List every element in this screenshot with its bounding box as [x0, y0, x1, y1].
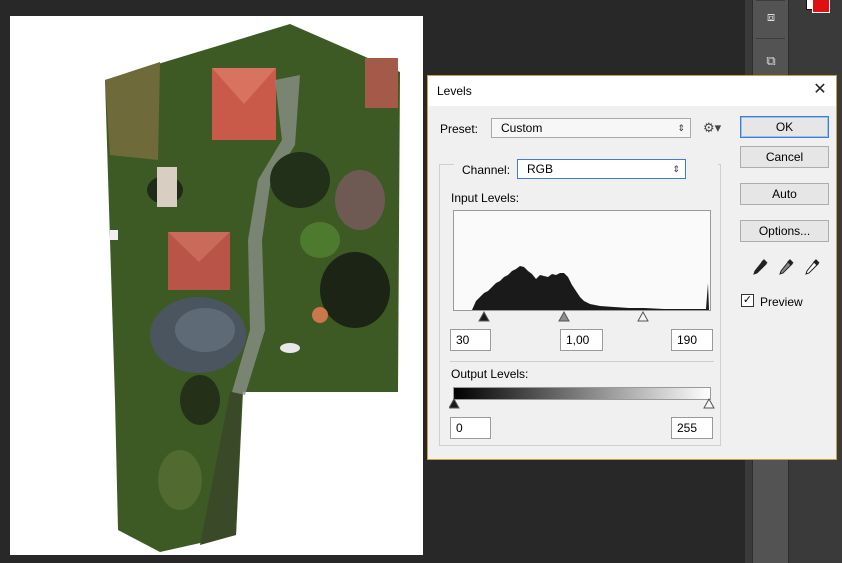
path-tool-icon[interactable]: ⧉ [761, 52, 781, 70]
output-levels-label: Output Levels: [451, 367, 529, 381]
toolbar-divider [756, 0, 785, 1]
levels-dialog: Levels ✕ Preset: Custom ⇕ ⚙▾ Channel: RG… [427, 75, 837, 460]
gear-icon[interactable]: ⚙▾ [703, 120, 721, 136]
histogram-shape [472, 266, 709, 310]
preset-label: Preset: [440, 122, 479, 136]
close-icon[interactable]: ✕ [810, 80, 830, 100]
channel-value: RGB [527, 162, 554, 176]
input-gamma-field[interactable]: 1,00 [560, 329, 603, 351]
output-sliders[interactable] [449, 398, 715, 410]
white-eyedropper-icon[interactable] [805, 259, 820, 275]
preset-dropdown[interactable]: Custom ⇕ [491, 118, 691, 138]
output-white-field[interactable]: 255 [671, 417, 713, 439]
input-sliders[interactable] [453, 311, 715, 323]
foreground-color-swatch[interactable] [812, 0, 830, 13]
output-black-field[interactable]: 0 [450, 417, 491, 439]
3d-cube-icon[interactable]: ⧈ [761, 8, 781, 26]
channel-label: Channel: [462, 163, 511, 177]
output-black-slider[interactable] [449, 398, 460, 409]
histogram [453, 210, 711, 311]
cancel-button[interactable]: Cancel [740, 146, 829, 168]
auto-button[interactable]: Auto [740, 183, 829, 205]
input-levels-label: Input Levels: [451, 191, 520, 205]
input-black-field[interactable]: 30 [450, 329, 491, 351]
preview-checkbox[interactable]: ✓ [741, 294, 754, 307]
options-button[interactable]: Options... [740, 220, 829, 242]
section-divider [450, 361, 714, 362]
histogram-plot [472, 266, 709, 310]
input-gamma-slider[interactable] [558, 311, 570, 322]
channel-dropdown[interactable]: RGB ⇕ [517, 159, 686, 179]
input-black-slider[interactable] [478, 311, 490, 322]
ok-button[interactable]: OK [740, 116, 829, 138]
dropdown-arrows-icon: ⇕ [672, 164, 680, 174]
toolbar-divider [756, 38, 785, 39]
preset-value: Custom [501, 121, 543, 135]
dialog-title: Levels [437, 84, 472, 98]
input-white-field[interactable]: 190 [671, 329, 713, 351]
input-white-slider[interactable] [637, 311, 649, 322]
eyedropper-group [753, 259, 820, 275]
dialog-titlebar[interactable]: Levels ✕ [428, 76, 836, 106]
black-eyedropper-icon[interactable] [753, 259, 768, 275]
dropdown-arrows-icon: ⇕ [677, 123, 685, 133]
gray-eyedropper-icon[interactable] [779, 259, 794, 275]
output-white-slider[interactable] [703, 398, 715, 409]
preview-label[interactable]: Preview [760, 295, 803, 309]
